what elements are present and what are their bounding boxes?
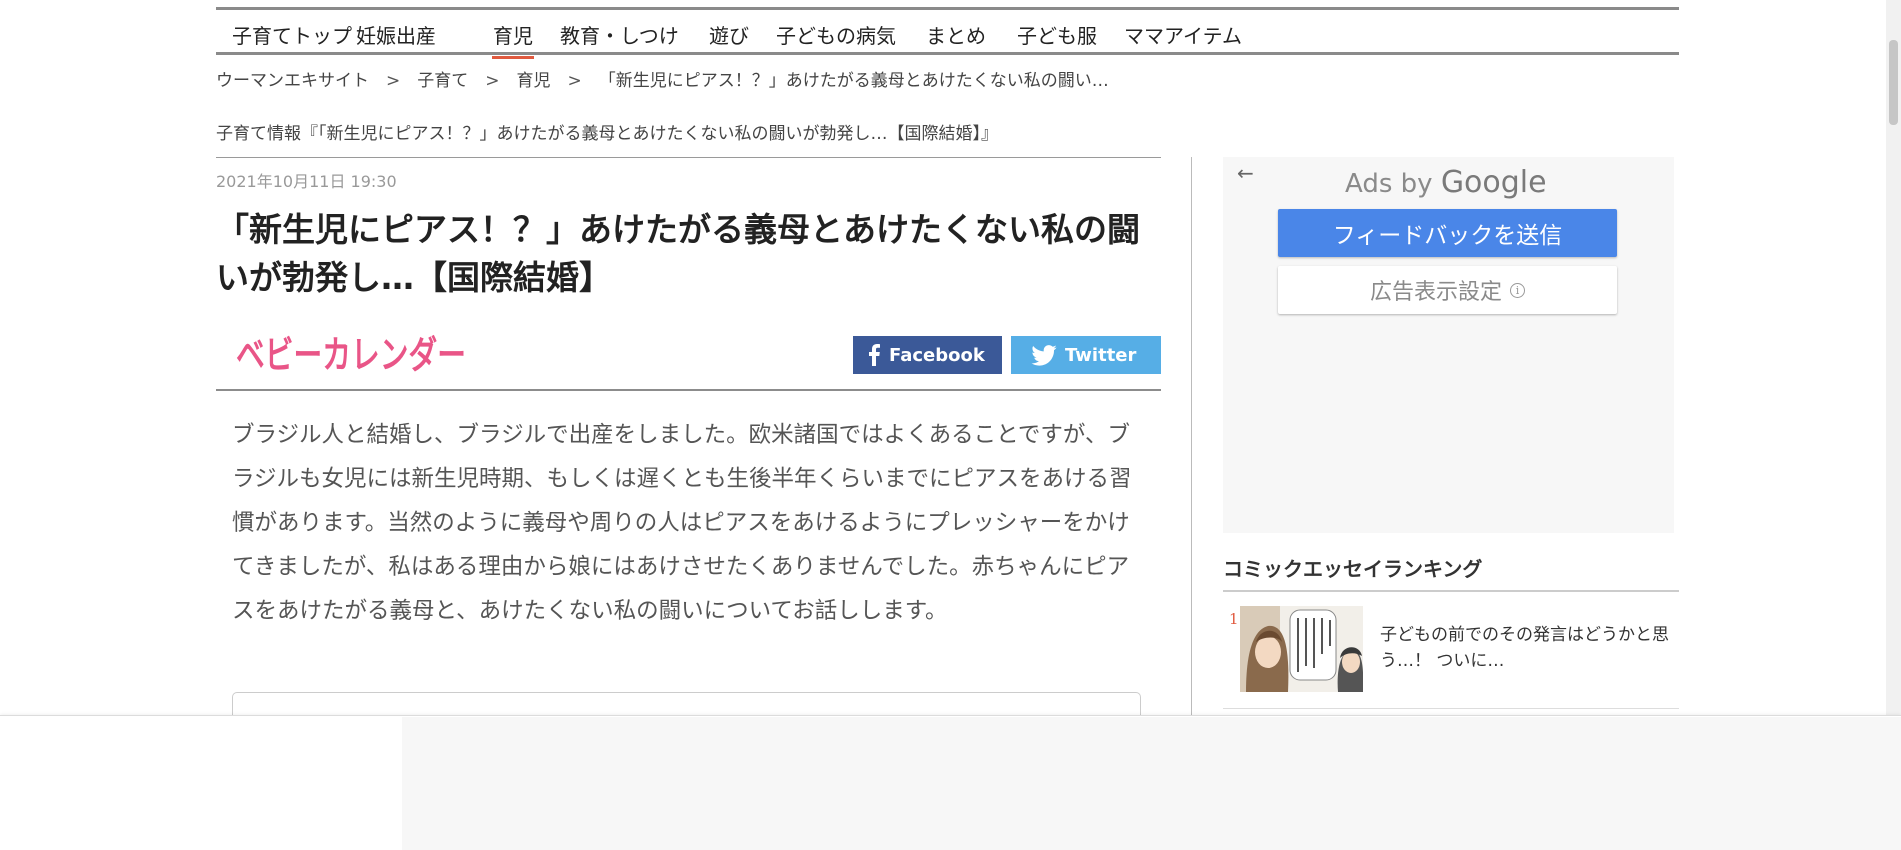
ads-by-label: Ads by	[1345, 169, 1433, 199]
breadcrumb-current: 「新生児にピアス！？」あけたがる義母とあけたくない私の闘い…	[598, 71, 1109, 91]
ranking-title: コミックエッセイランキング	[1223, 557, 1483, 581]
nav-item-top[interactable]: 子育てトップ	[232, 20, 352, 49]
category-nav: 子育てトップ 妊娠出産 育児 教育・しつけ 遊び 子どもの病気 まとめ 子ども服…	[216, 7, 1679, 59]
twitter-bird-icon	[1031, 344, 1057, 366]
google-wordmark: Google	[1440, 165, 1547, 200]
divider	[216, 157, 1161, 158]
breadcrumb-separator: >	[386, 71, 401, 91]
breadcrumb: ウーマンエキサイト > 子育て > 育児 > 「新生児にピアス！？」あけたがる義母とあけたく…	[216, 66, 1109, 91]
bottom-overlay-ad	[0, 715, 1901, 850]
article-title: 「新生児にピアス！？」あけたがる義母とあけたくない私の闘いが勃発し…【国際結婚】	[216, 210, 1140, 297]
ranking-item-title: 子どもの前でのその発言はどうかと思う…！ ついに…	[1380, 625, 1669, 671]
breadcrumb-separator: >	[485, 71, 500, 91]
page-scrollbar[interactable]	[1886, 0, 1901, 715]
divider	[1223, 708, 1679, 709]
breadcrumb-separator: >	[567, 71, 582, 91]
info-icon: i	[1510, 282, 1525, 298]
arrow-left-icon[interactable]: ←	[1237, 161, 1254, 185]
bottom-ad-slot[interactable]	[402, 717, 1901, 850]
nav-item-education[interactable]: 教育・しつけ	[560, 20, 679, 49]
breadcrumb-home[interactable]: ウーマンエキサイト	[216, 71, 369, 91]
page: 子育てトップ 妊娠出産 育児 教育・しつけ 遊び 子どもの病気 まとめ 子ども服…	[0, 0, 1901, 850]
article-info-line: 子育て情報『「新生児にピアス！？」あけたがる義母とあけたくない私の闘いが勃発し……	[216, 124, 998, 144]
column-divider	[1191, 157, 1192, 717]
nav-item-kids-clothes[interactable]: 子ども服	[1017, 20, 1097, 49]
article-lead: ブラジル人と結婚し、ブラジルで出産をしました。欧米諸国ではよくあることですが、ブ…	[232, 422, 1132, 624]
divider	[1223, 590, 1679, 592]
baby-calendar-logo[interactable]: ベビーカレンダー	[236, 328, 468, 376]
comic-thumbnail	[1240, 606, 1363, 692]
ads-by-google: Ads by Google	[1345, 165, 1547, 200]
ranking-number: 1	[1229, 610, 1239, 628]
ad-settings-label: 広告表示設定	[1369, 280, 1502, 305]
breadcrumb-kosodate[interactable]: 子育て	[417, 71, 468, 91]
twitter-label: Twitter	[1065, 344, 1137, 366]
ad-settings-button[interactable]: 広告表示設定 i	[1278, 266, 1617, 314]
ranking-item[interactable]: 1 子どもの前でのその発言はどうかと思う…！ ついに…	[1223, 600, 1679, 708]
publish-date: 2021年10月11日 19:30	[216, 172, 397, 191]
facebook-icon	[867, 344, 881, 366]
scrollbar-thumb[interactable]	[1889, 40, 1898, 125]
divider	[216, 389, 1161, 391]
nav-item-mama-items[interactable]: ママアイテム	[1124, 20, 1242, 49]
google-ad-panel: ← Ads by Google フィードバックを送信 広告表示設定 i	[1223, 157, 1674, 533]
nav-item-matome[interactable]: まとめ	[926, 20, 986, 49]
facebook-label: Facebook	[889, 344, 985, 366]
facebook-share-button[interactable]: Facebook	[853, 336, 1002, 374]
nav-item-childcare[interactable]: 育児	[492, 20, 534, 59]
twitter-share-button[interactable]: Twitter	[1011, 336, 1161, 374]
logo-text: ベビーカレンダー	[236, 333, 466, 376]
send-feedback-button[interactable]: フィードバックを送信	[1278, 209, 1617, 257]
nav-item-play[interactable]: 遊び	[709, 20, 749, 49]
breadcrumb-ikuji[interactable]: 育児	[517, 71, 551, 91]
nav-item-illness[interactable]: 子どもの病気	[776, 20, 896, 49]
nav-item-pregnancy[interactable]: 妊娠出産	[356, 20, 436, 49]
